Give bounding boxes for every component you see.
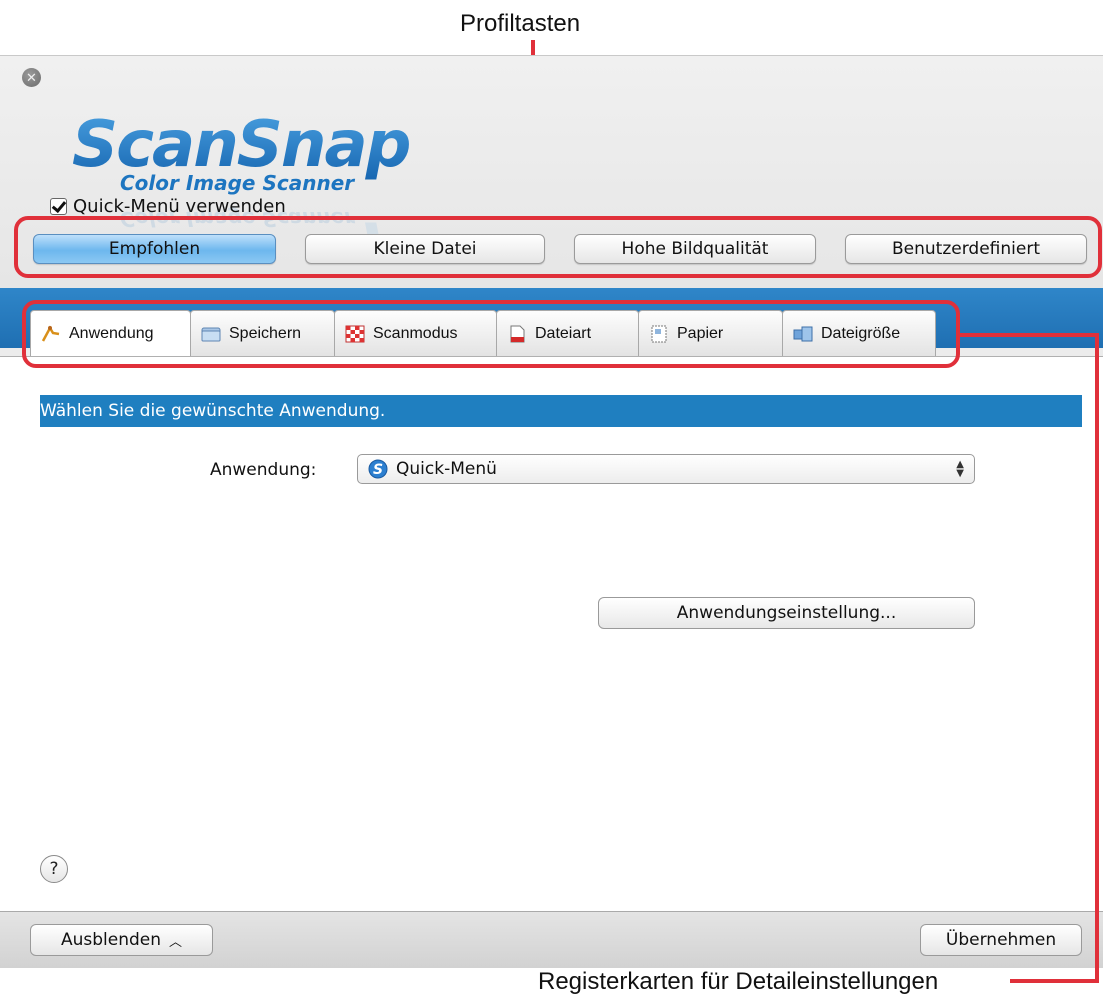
application-select[interactable]: S Quick-Menü ▲ ▼ xyxy=(357,454,975,484)
annotation-detail-tabs: Registerkarten für Detaileinstellungen xyxy=(538,968,939,995)
application-select-value: Quick-Menü xyxy=(396,459,497,479)
annotation-line-tabs-bottom xyxy=(1010,979,1099,983)
window-footer: Ausblenden ︿ Übernehmen xyxy=(0,911,1103,968)
quick-menu-label: Quick-Menü verwenden xyxy=(73,196,286,217)
application-settings-button[interactable]: Anwendungseinstellung... xyxy=(598,597,975,629)
chevron-up-icon: ︿ xyxy=(169,934,183,950)
svg-text:S: S xyxy=(373,462,383,478)
hide-button[interactable]: Ausblenden ︿ xyxy=(30,924,213,956)
application-label: Anwendung: xyxy=(210,460,317,480)
annotation-box-tabs xyxy=(22,300,960,368)
apply-button[interactable]: Übernehmen xyxy=(920,924,1082,956)
scansnap-s-icon: S xyxy=(368,459,388,479)
quick-menu-checkbox[interactable]: Quick-Menü verwenden xyxy=(50,196,286,217)
select-arrows-icon: ▲ ▼ xyxy=(956,459,964,479)
section-banner: Wählen Sie die gewünschte Anwendung. xyxy=(40,395,1082,427)
checkbox-checked-icon[interactable] xyxy=(50,198,67,215)
annotation-box-profiles xyxy=(14,216,1102,278)
scansnap-settings-window: ✕ ScanSnap Color Image Scanner Color Ima… xyxy=(0,55,1103,968)
logo-tagline-text: Color Image Scanner xyxy=(120,171,355,195)
close-icon[interactable]: ✕ xyxy=(22,68,41,87)
annotation-profile-keys: Profiltasten xyxy=(460,10,581,37)
help-icon[interactable]: ? xyxy=(40,855,68,883)
annotation-line-tabs-vertical xyxy=(1095,333,1099,983)
tab-content-application: Wählen Sie die gewünschte Anwendung. Anw… xyxy=(0,356,1103,911)
hide-button-label: Ausblenden xyxy=(60,930,162,950)
annotation-line-tabs-horizontal xyxy=(958,333,1099,337)
